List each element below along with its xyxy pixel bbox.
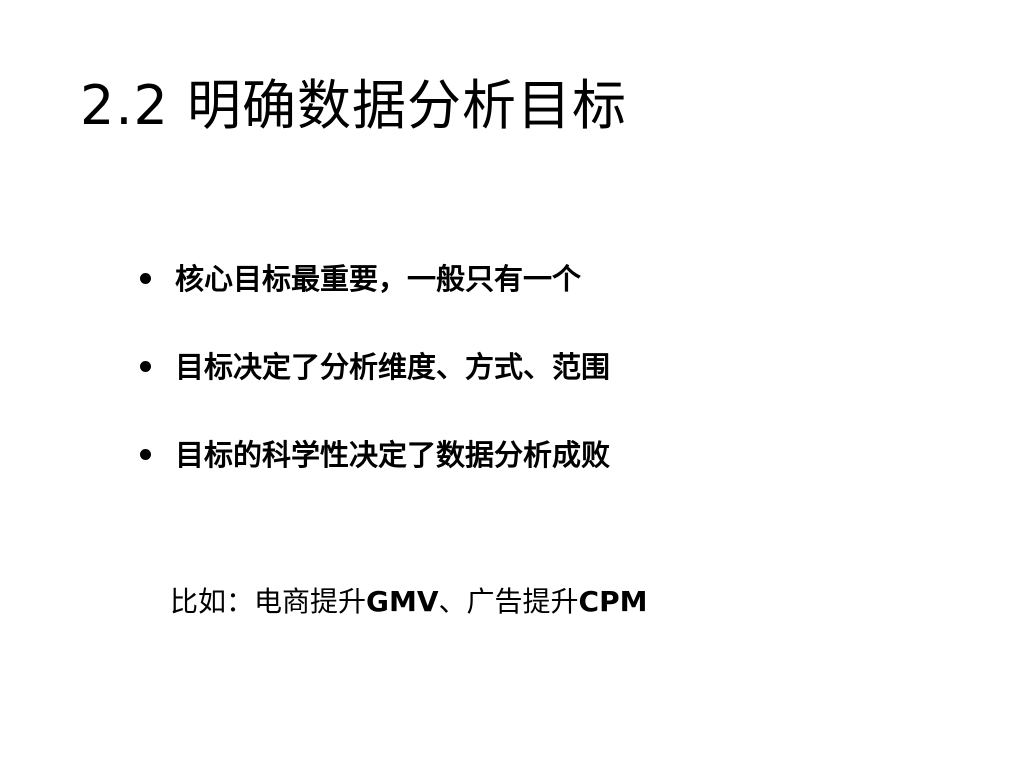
example-separator: 、广告提升	[438, 585, 579, 618]
bullet-dot-icon	[140, 360, 151, 372]
example-metric-gmv: GMV	[366, 585, 439, 618]
bullet-list: 核心目标最重要，一般只有一个 目标决定了分析维度、方式、范围 目标的科学性决定了…	[140, 255, 610, 519]
example-line: 比如：电商提升GMV、广告提升CPM	[170, 580, 647, 624]
bullet-dot-icon	[140, 448, 151, 460]
bullet-text: 目标的科学性决定了数据分析成败	[175, 438, 611, 472]
bullet-text: 目标决定了分析维度、方式、范围	[175, 350, 611, 384]
bullet-dot-icon	[140, 272, 151, 284]
bullet-item: 目标的科学性决定了数据分析成败	[140, 431, 610, 519]
slide: 2.2 明确数据分析目标 核心目标最重要，一般只有一个 目标决定了分析维度、方式…	[0, 0, 1024, 768]
slide-title: 2.2 明确数据分析目标	[80, 74, 628, 137]
bullet-item: 目标决定了分析维度、方式、范围	[140, 343, 610, 431]
bullet-item: 核心目标最重要，一般只有一个	[140, 255, 610, 343]
example-metric-cpm: CPM	[578, 585, 648, 618]
example-prefix: 比如：电商提升	[170, 585, 367, 618]
bullet-text: 核心目标最重要，一般只有一个	[175, 262, 582, 296]
